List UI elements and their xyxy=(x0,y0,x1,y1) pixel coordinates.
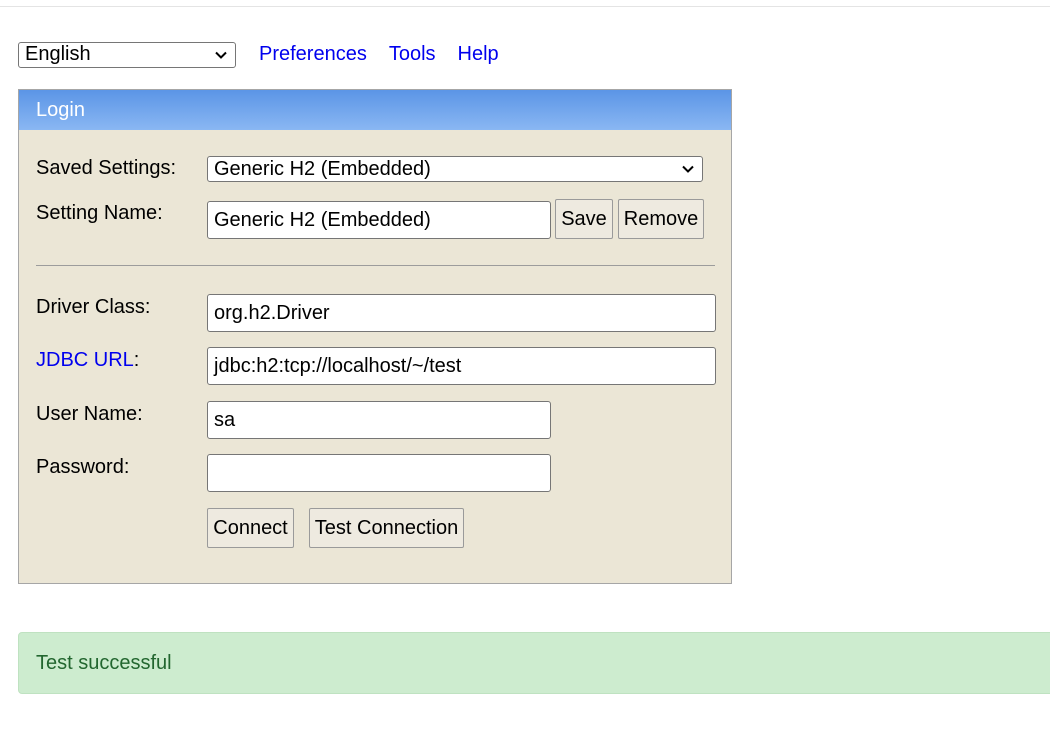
jdbc-url-label: JDBC URL: xyxy=(36,349,139,372)
driver-class-value: org.h2.Driver xyxy=(214,301,330,324)
tools-link[interactable]: Tools xyxy=(389,43,436,66)
saved-settings-value: Generic H2 (Embedded) xyxy=(214,157,431,180)
chevron-down-icon xyxy=(682,165,694,173)
preferences-link[interactable]: Preferences xyxy=(259,43,367,66)
user-name-label: User Name: xyxy=(36,403,143,425)
setting-name-value: Generic H2 (Embedded) xyxy=(214,208,431,231)
status-message-text: Test successful xyxy=(36,651,172,674)
jdbc-url-input[interactable]: jdbc:h2:tcp://localhost/~/test xyxy=(207,347,716,385)
jdbc-url-value: jdbc:h2:tcp://localhost/~/test xyxy=(214,354,462,377)
help-link[interactable]: Help xyxy=(458,43,499,66)
driver-class-input[interactable]: org.h2.Driver xyxy=(207,294,716,332)
saved-settings-select[interactable]: Generic H2 (Embedded) xyxy=(207,156,703,182)
connect-button[interactable]: Connect xyxy=(207,508,294,548)
driver-class-label: Driver Class: xyxy=(36,296,151,318)
save-button[interactable]: Save xyxy=(555,199,613,239)
top-divider xyxy=(0,6,1050,7)
password-input[interactable] xyxy=(207,454,551,492)
login-title: Login xyxy=(36,98,85,121)
login-panel-header: Login xyxy=(19,90,731,130)
saved-settings-label: Saved Settings: xyxy=(36,157,177,179)
user-name-input[interactable]: sa xyxy=(207,401,551,439)
language-select-value: English xyxy=(25,43,91,65)
user-name-value: sa xyxy=(214,408,236,431)
login-panel: Login Saved Settings: Generic H2 (Embedd… xyxy=(18,89,732,584)
setting-name-label: Setting Name: xyxy=(36,202,163,224)
jdbc-url-help-link[interactable]: JDBC URL xyxy=(36,349,134,371)
setting-name-input[interactable]: Generic H2 (Embedded) xyxy=(207,201,551,239)
language-select[interactable]: English xyxy=(18,41,236,68)
password-label: Password: xyxy=(36,456,130,478)
toolbar: English Preferences Tools Help xyxy=(18,41,499,68)
remove-button[interactable]: Remove xyxy=(618,199,704,239)
status-message: Test successful xyxy=(18,632,1050,694)
test-connection-button[interactable]: Test Connection xyxy=(309,508,464,548)
settings-divider xyxy=(36,265,715,266)
jdbc-url-colon: : xyxy=(133,349,140,371)
chevron-down-icon xyxy=(215,51,227,59)
